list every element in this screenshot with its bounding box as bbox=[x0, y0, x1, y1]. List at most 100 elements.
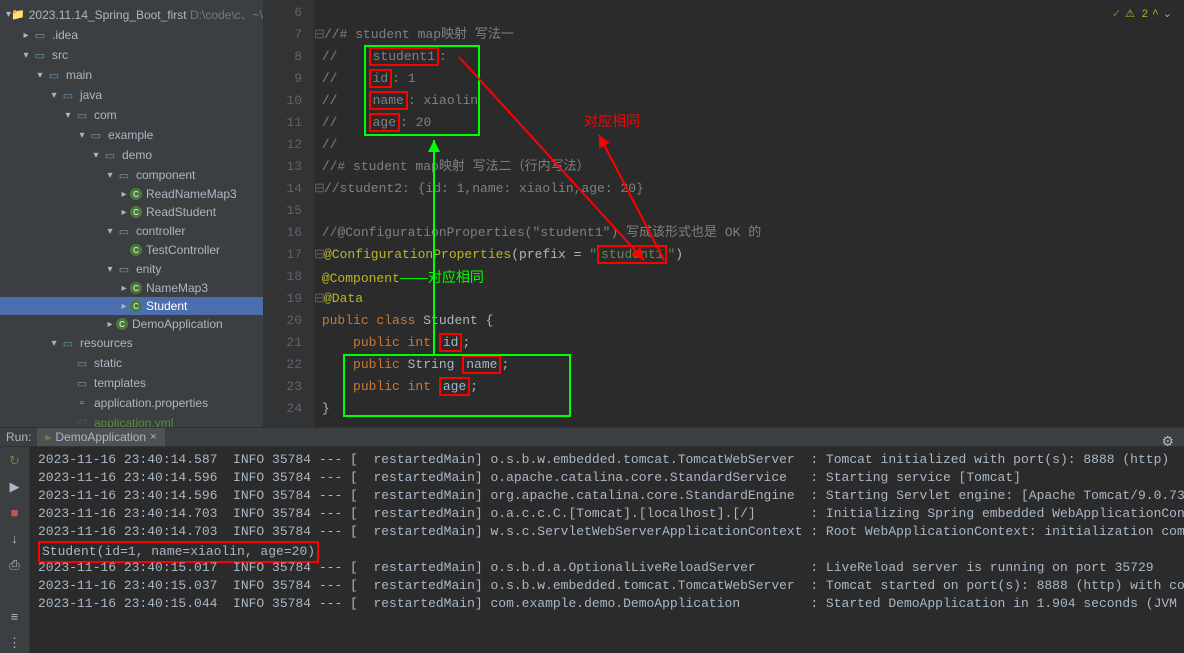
type: String bbox=[408, 357, 463, 372]
run-tool-button-3[interactable]: ↓ bbox=[5, 529, 25, 549]
type: int bbox=[408, 379, 439, 394]
class-name: Student { bbox=[423, 313, 493, 328]
tree-item-label: component bbox=[136, 168, 195, 182]
field-name: name bbox=[462, 355, 501, 374]
tree-item-demo[interactable]: ▾▭demo bbox=[0, 145, 263, 165]
tree-arrow-icon[interactable]: ▾ bbox=[104, 264, 116, 275]
tree-arrow-icon[interactable]: ▾ bbox=[62, 110, 74, 121]
tree-arrow-icon[interactable]: ▾ bbox=[104, 226, 116, 237]
tree-arrow-icon[interactable]: ▸ bbox=[20, 30, 32, 41]
tree-arrow-icon[interactable]: ▾ bbox=[48, 90, 60, 101]
folder-icon: ▭ bbox=[88, 127, 104, 143]
tree-arrow-icon[interactable]: ▸ bbox=[118, 189, 130, 200]
tree-item-controller[interactable]: ▾▭controller bbox=[0, 221, 263, 241]
tree-item-application-yml[interactable]: ⬚application.yml bbox=[0, 413, 263, 427]
code-text: // bbox=[322, 93, 369, 108]
code-text: // bbox=[322, 71, 369, 86]
tree-item-label: controller bbox=[136, 224, 185, 238]
log-output[interactable]: 2023-11-16 23:40:14.587 INFO 35784 --- [… bbox=[30, 447, 1184, 653]
tree-item-student[interactable]: ▸CStudent bbox=[0, 297, 263, 315]
tree-item-namemap3[interactable]: ▸CNameMap3 bbox=[0, 279, 263, 297]
run-tool-button-7[interactable]: ⋮ bbox=[5, 633, 25, 653]
folder-icon: ▭ bbox=[74, 355, 90, 371]
yaml-key-age: age bbox=[369, 113, 400, 132]
tree-item-label: DemoApplication bbox=[132, 317, 223, 331]
tree-item-src[interactable]: ▾▭src bbox=[0, 45, 263, 65]
tree-arrow-icon[interactable]: ▸ bbox=[104, 319, 116, 330]
type: int bbox=[408, 335, 439, 350]
tree-item-com[interactable]: ▾▭com bbox=[0, 105, 263, 125]
tree-item--idea[interactable]: ▸▭.idea bbox=[0, 25, 263, 45]
tree-arrow-icon[interactable]: ▾ bbox=[20, 50, 32, 61]
tree-label: 2023.11.14_Spring_Boot_first bbox=[29, 8, 187, 22]
annotation: @ConfigurationProperties bbox=[324, 247, 511, 262]
tree-item-label: static bbox=[94, 356, 122, 370]
run-tool-button-5[interactable] bbox=[5, 581, 25, 601]
field-id: id bbox=[439, 333, 463, 352]
close-icon[interactable]: × bbox=[150, 431, 156, 443]
keyword: public class bbox=[322, 313, 423, 328]
keyword: public bbox=[353, 335, 408, 350]
tree-item-readnamemap3[interactable]: ▸CReadNameMap3 bbox=[0, 185, 263, 203]
tree-item-example[interactable]: ▾▭ example bbox=[0, 125, 263, 145]
tree-arrow-icon[interactable]: ▸ bbox=[118, 301, 130, 312]
code-text: ) bbox=[675, 247, 683, 262]
tree-arrow-icon[interactable]: ▾ bbox=[34, 70, 46, 81]
run-tool-button-1[interactable]: ▶ bbox=[5, 477, 25, 497]
line-number: 14 bbox=[264, 178, 302, 200]
tree-item-demoapplication[interactable]: ▸CDemoApplication bbox=[0, 315, 263, 333]
run-tool-button-4[interactable]: ⎙ bbox=[5, 555, 25, 575]
code-text: } bbox=[322, 401, 330, 416]
line-number: 22 bbox=[264, 354, 302, 376]
tree-arrow-icon[interactable]: ▸ bbox=[118, 207, 130, 218]
tree-root[interactable]: ▾ 📁 2023.11.14_Spring_Boot_first D:\code… bbox=[0, 4, 263, 25]
warnings-badge[interactable]: ✓ ⚠ 2 ^ ⌄ bbox=[1112, 4, 1172, 26]
tree-arrow-icon[interactable]: ▸ bbox=[118, 283, 130, 294]
run-tool-button-0[interactable]: ↻ bbox=[5, 451, 25, 471]
tree-item-enity[interactable]: ▾▭enity bbox=[0, 259, 263, 279]
code-editor[interactable]: 6789101112131415161718192021222324 ✓ ⚠ 2… bbox=[264, 0, 1184, 427]
class-icon: C bbox=[130, 282, 142, 294]
chevron-down-icon[interactable]: ⌄ bbox=[1163, 4, 1172, 26]
line-number: 21 bbox=[264, 332, 302, 354]
folder-blue-icon: ▭ bbox=[60, 335, 76, 351]
tree-item-application-properties[interactable]: ▫application.properties bbox=[0, 393, 263, 413]
tree-arrow-icon[interactable]: ▾ bbox=[48, 338, 60, 349]
keyword: public bbox=[353, 357, 408, 372]
field-age: age bbox=[439, 377, 470, 396]
yaml-key-name: name bbox=[369, 91, 408, 110]
code-text: (prefix = bbox=[511, 247, 589, 262]
run-tool-button-6[interactable]: ≡ bbox=[5, 607, 25, 627]
tree-item-java[interactable]: ▾▭ java bbox=[0, 85, 263, 105]
tree-item-readstudent[interactable]: ▸CReadStudent bbox=[0, 203, 263, 221]
folder-icon: ▭ bbox=[102, 147, 118, 163]
tree-item-templates[interactable]: ▭templates bbox=[0, 373, 263, 393]
tree-item-label: ReadNameMap3 bbox=[146, 187, 237, 201]
run-tool-button-2[interactable]: ■ bbox=[5, 503, 25, 523]
tree-item-label: java bbox=[80, 88, 102, 102]
log-line: 2023-11-16 23:40:15.017 INFO 35784 --- [… bbox=[38, 559, 1176, 577]
code-text: ; bbox=[462, 335, 470, 350]
folder-blue-icon: ▭ bbox=[32, 47, 48, 63]
line-number: 16 bbox=[264, 222, 302, 244]
folder-blue-icon: ▭ bbox=[60, 87, 76, 103]
tree-item-static[interactable]: ▭ static bbox=[0, 353, 263, 373]
tree-item-testcontroller[interactable]: CTestController bbox=[0, 241, 263, 259]
tree-item-label: example bbox=[108, 128, 153, 142]
project-tree-panel[interactable]: ▾ 📁 2023.11.14_Spring_Boot_first D:\code… bbox=[0, 0, 264, 427]
yaml-key-id: id bbox=[369, 69, 393, 88]
folder-icon: ▭ bbox=[74, 107, 90, 123]
code-content[interactable]: ✓ ⚠ 2 ^ ⌄ ⊟//# student map映射 写法一 // stud… bbox=[314, 0, 1184, 427]
tree-arrow-icon[interactable]: ▾ bbox=[76, 130, 88, 141]
tree-arrow-icon[interactable]: ▾ bbox=[90, 150, 102, 161]
tree-item-main[interactable]: ▾▭main bbox=[0, 65, 263, 85]
line-number: 24 bbox=[264, 398, 302, 420]
gear-icon[interactable]: ⚙ bbox=[1161, 434, 1174, 451]
log-line: 2023-11-16 23:40:14.596 INFO 35784 --- [… bbox=[38, 469, 1176, 487]
tree-arrow-icon[interactable]: ▾ bbox=[104, 170, 116, 181]
run-tab[interactable]: ▸ DemoApplication × bbox=[37, 428, 164, 446]
tree-item-resources[interactable]: ▾▭resources bbox=[0, 333, 263, 353]
log-line: 2023-11-16 23:40:14.703 INFO 35784 --- [… bbox=[38, 505, 1176, 523]
tree-item-label: application.properties bbox=[94, 396, 208, 410]
tree-item-component[interactable]: ▾▭component bbox=[0, 165, 263, 185]
